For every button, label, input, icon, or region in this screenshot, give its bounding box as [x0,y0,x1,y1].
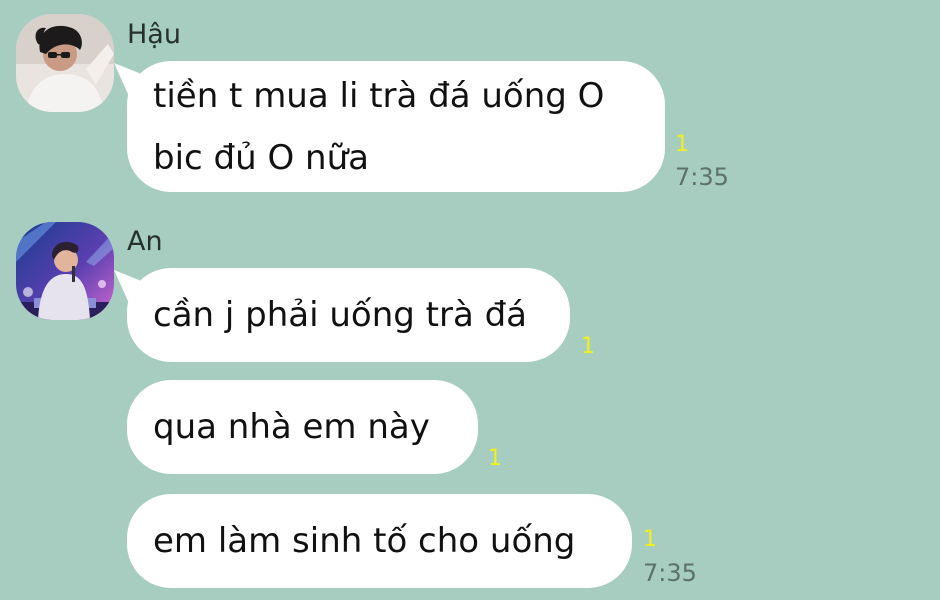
unread-count: 1 [643,527,657,552]
message-bubble[interactable]: tiền t mua li trà đá uống O bic đủ O nữa [127,61,665,192]
message-text: cần j phải uống trà đá [153,295,528,335]
unread-count: 1 [488,446,502,471]
unread-count: 1 [675,132,689,157]
avatar-photo-icon [16,222,114,320]
message-time: 7:35 [643,559,697,587]
message-text: em làm sinh tố cho uống [153,521,576,561]
sender-name: An [127,226,163,257]
message-text: tiền t mua li trà đá uống O bic đủ O nữa [153,75,605,178]
chat-message-area[interactable]: Hậu tiền t mua li trà đá uống O bic đủ O… [0,0,940,600]
message-text: qua nhà em này [153,407,430,447]
sender-avatar-hau[interactable] [16,14,114,112]
sender-name: Hậu [127,19,181,50]
sender-avatar-an[interactable] [16,222,114,320]
message-bubble[interactable]: em làm sinh tố cho uống [127,494,632,588]
message-time: 7:35 [675,163,729,191]
unread-count: 1 [581,334,595,359]
message-bubble[interactable]: qua nhà em này [127,380,478,474]
message-bubble[interactable]: cần j phải uống trà đá [127,268,570,362]
avatar-photo-icon [16,14,114,112]
